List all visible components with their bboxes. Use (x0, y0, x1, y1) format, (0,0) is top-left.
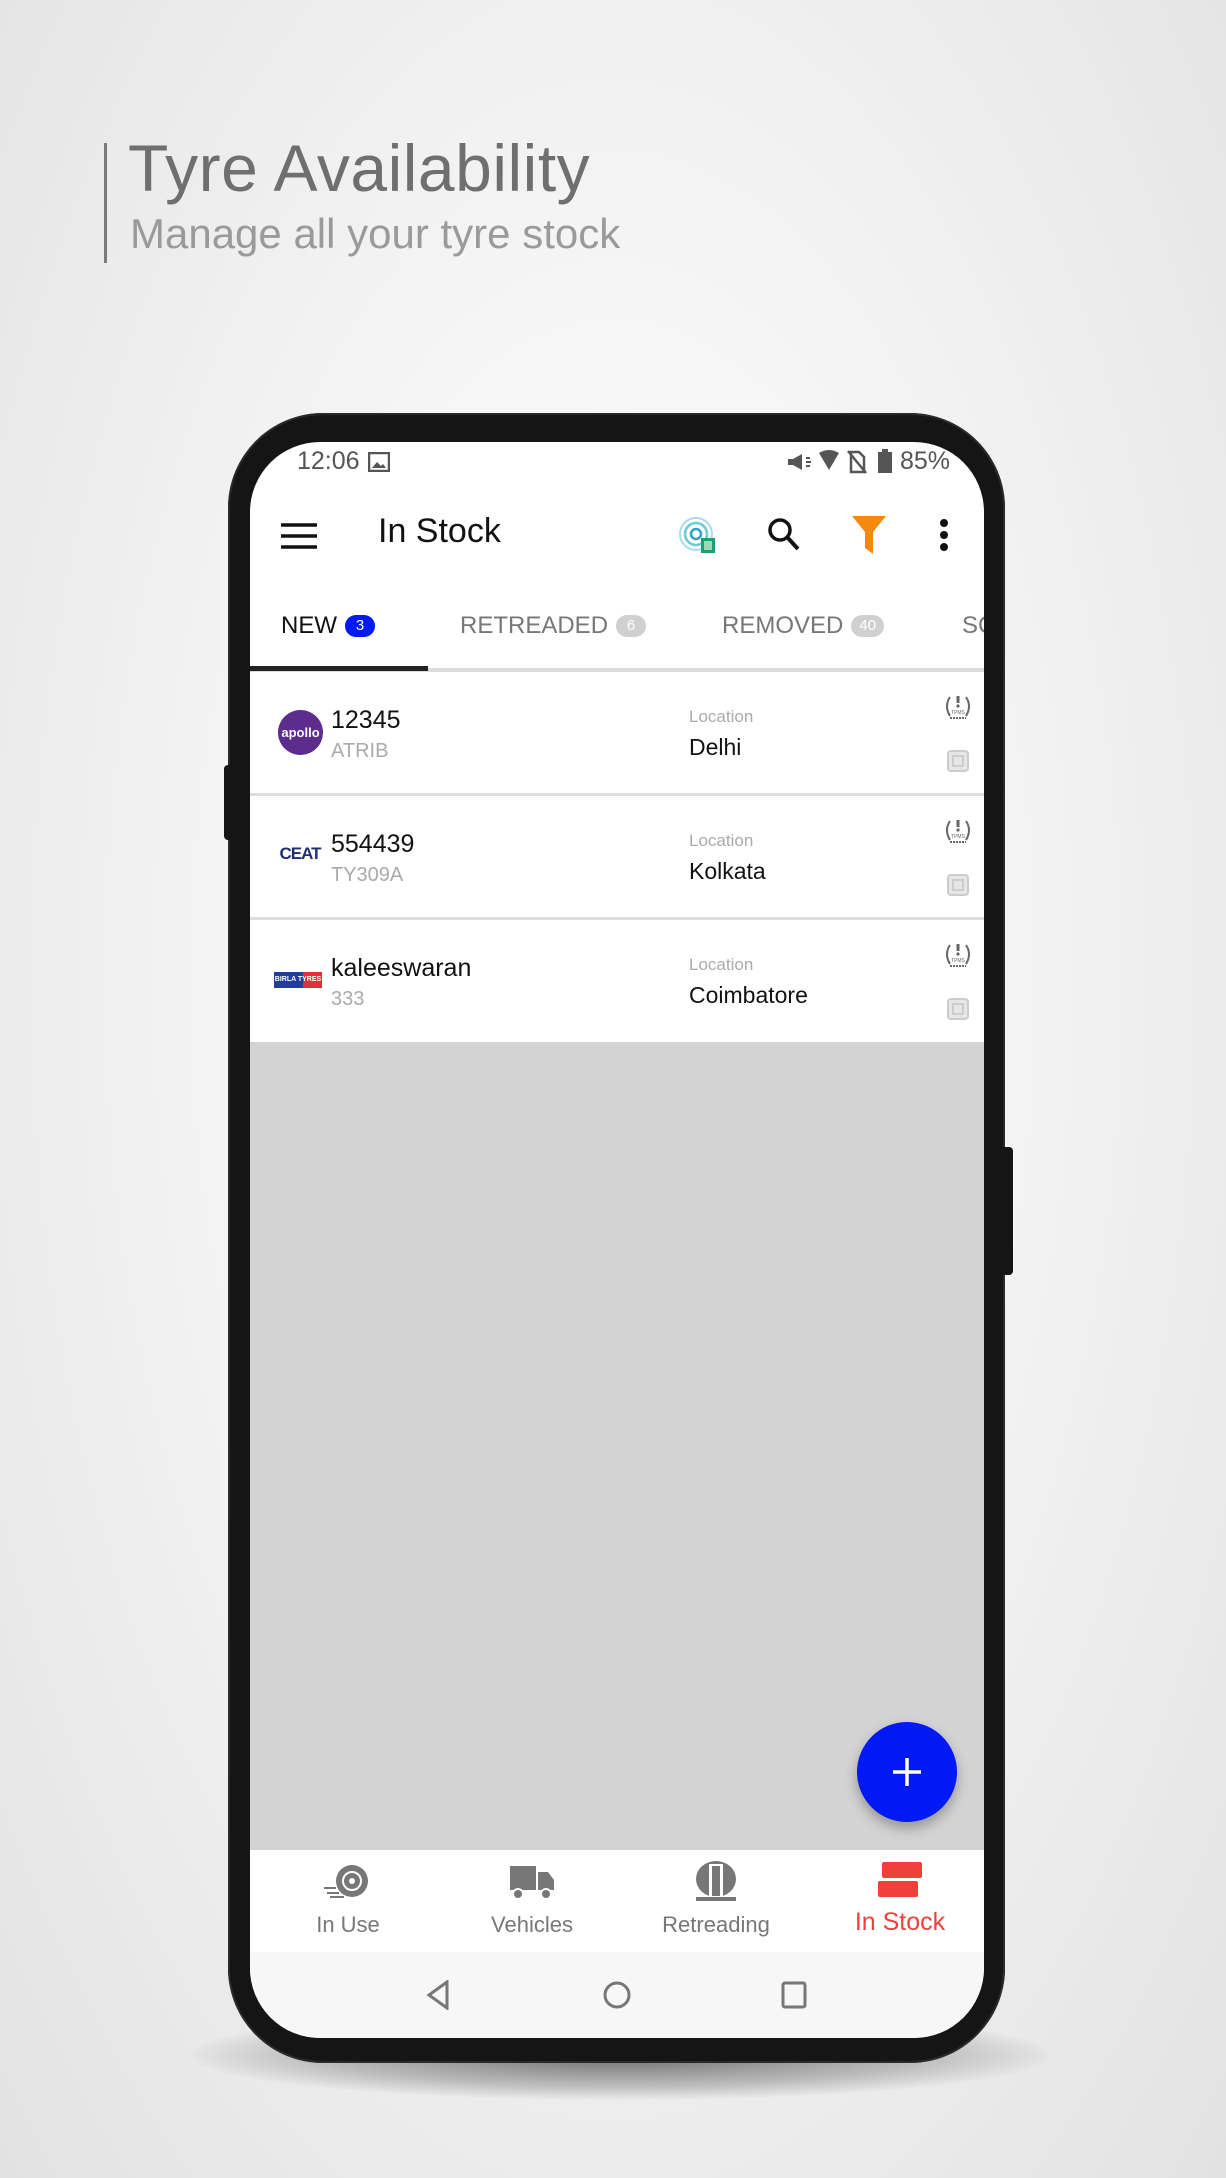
location-label: Location (689, 707, 754, 726)
more-options-icon[interactable] (939, 518, 949, 552)
brand-logo-apollo: apollo (278, 710, 323, 755)
image-notification-icon (368, 452, 390, 472)
stock-icon (878, 1862, 922, 1897)
tab-retreaded[interactable]: RETREADED 6 (460, 612, 647, 640)
tyre-model: 333 (331, 988, 365, 1010)
retreading-icon (696, 1861, 736, 1901)
active-tab-indicator (250, 666, 428, 671)
promo-subtitle: Manage all your tyre stock (130, 210, 621, 257)
tyre-model: ATRIB (331, 740, 389, 762)
tyre-model: TY309A (331, 864, 404, 886)
location-label: Location (689, 955, 754, 974)
location-label: Location (689, 831, 754, 850)
phone-screen: 12:06 85% In Stock NEW 3 RETREADED 6 REMOV… (250, 442, 984, 2038)
search-icon[interactable] (767, 517, 801, 553)
tpms-icon[interactable]: TPMS (944, 818, 972, 844)
count-badge: 6 (616, 615, 647, 637)
tpms-icon[interactable]: TPMS (944, 694, 972, 720)
sensor-chip-icon[interactable] (946, 873, 970, 897)
radar-scan-icon[interactable] (678, 516, 718, 556)
tab-label: SC (962, 612, 984, 639)
status-bar: 12:06 85% (250, 442, 984, 498)
truck-icon (510, 1866, 554, 1900)
wifi-icon (819, 450, 839, 470)
sensor-chip-icon[interactable] (946, 749, 970, 773)
recents-icon[interactable] (781, 1981, 807, 2009)
count-badge: 40 (851, 615, 885, 637)
filter-icon[interactable] (852, 516, 886, 554)
nav-retreading[interactable]: Retreading (624, 1850, 808, 1950)
battery-percent: 85% (900, 447, 951, 475)
tyre-list-item[interactable]: BIRLA TYRES kaleeswaran 333 Location Coi… (250, 920, 984, 1042)
megaphone-icon (788, 454, 811, 470)
tab-removed[interactable]: REMOVED 40 (722, 612, 885, 640)
brand-logo-birla: BIRLA TYRES (274, 972, 322, 988)
tab-sc[interactable]: SC (962, 612, 984, 640)
nav-in-stock[interactable]: In Stock (808, 1850, 984, 1950)
nav-label: In Stock (854, 1908, 946, 1936)
tyre-number: kaleeswaran (331, 954, 472, 982)
nav-label: Vehicles (491, 1912, 573, 1937)
tyre-number: 554439 (331, 830, 415, 858)
tpms-label: TPMS (951, 834, 966, 840)
phone-side-button (1000, 1147, 1013, 1275)
hamburger-menu-icon[interactable] (281, 522, 317, 550)
tpms-icon[interactable]: TPMS (944, 942, 972, 968)
no-sim-icon (847, 450, 867, 474)
empty-list-area (250, 1042, 984, 1850)
nav-label: In Use (316, 1912, 380, 1937)
tab-label: REMOVED (722, 612, 844, 639)
location-value: Kolkata (689, 858, 766, 884)
promo-title: Tyre Availability (128, 131, 591, 205)
phone-side-button (224, 765, 232, 840)
tab-label: RETREADED (460, 612, 609, 639)
battery-icon (878, 449, 892, 473)
tyre-list-item[interactable]: apollo 12345 ATRIB Location Delhi TPMS (250, 672, 984, 796)
toolbar-title: In Stock (378, 512, 501, 550)
location-value: Coimbatore (689, 982, 808, 1008)
location-value: Delhi (689, 734, 742, 760)
tpms-label: TPMS (951, 958, 966, 964)
brand-logo-ceat: CEAT (279, 844, 321, 863)
tab-new[interactable]: NEW 3 (281, 612, 375, 640)
add-tyre-fab[interactable] (857, 1722, 957, 1822)
promo-divider (104, 143, 107, 263)
nav-label: Retreading (662, 1912, 770, 1937)
tab-label: NEW (281, 612, 337, 639)
count-badge: 3 (345, 615, 375, 637)
sensor-chip-icon[interactable] (946, 997, 970, 1021)
tyre-number: 12345 (331, 706, 401, 734)
plus-icon (893, 1758, 921, 1786)
tyre-in-use-icon (324, 1865, 368, 1898)
system-navigation-bar (250, 1952, 984, 2038)
nav-in-use[interactable]: In Use (256, 1850, 440, 1950)
status-time: 12:06 (297, 447, 360, 475)
tpms-label: TPMS (951, 710, 966, 716)
home-icon[interactable] (602, 1980, 632, 2010)
tyre-list-item[interactable]: CEAT 554439 TY309A Location Kolkata TPMS (250, 796, 984, 920)
nav-vehicles[interactable]: Vehicles (440, 1850, 624, 1950)
back-icon[interactable] (426, 1980, 450, 2010)
